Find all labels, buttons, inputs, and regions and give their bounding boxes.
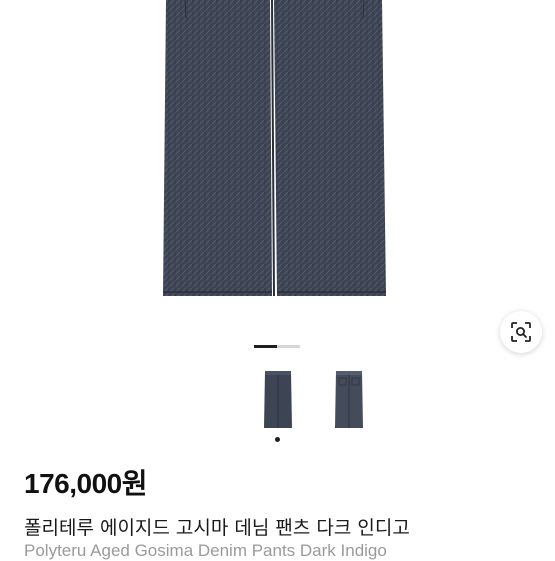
image-pager [254, 345, 300, 348]
product-title: 폴리테루 에이지드 고시마 데님 팬츠 다크 인디고 [24, 517, 410, 539]
thumbnail-selected-dot [275, 437, 280, 442]
image-search-button[interactable] [500, 311, 542, 353]
pants-right-leg [274, 0, 386, 296]
product-price: 176,000원 [24, 468, 147, 499]
pager-segment-active [254, 345, 277, 348]
thumbnail-back[interactable] [333, 370, 365, 432]
product-image[interactable] [0, 0, 555, 300]
thumbnail-front[interactable] [262, 370, 294, 432]
pager-segment [277, 345, 300, 348]
pants-left-leg [163, 0, 272, 296]
image-search-icon [511, 322, 531, 342]
product-title-english: Polyteru Aged Gosima Denim Pants Dark In… [24, 541, 387, 560]
